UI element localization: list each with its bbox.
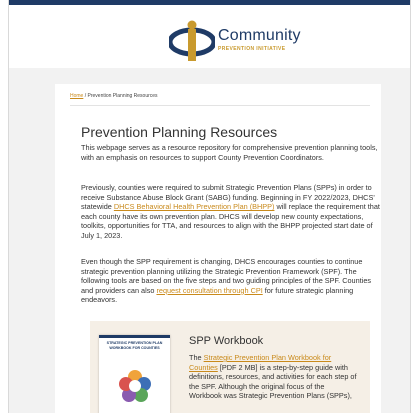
spf-paragraph: Even though the SPP requirement is chang…: [81, 257, 383, 305]
breadcrumb-home-link[interactable]: Home: [70, 93, 83, 99]
request-consultation-link[interactable]: request consultation through CPI: [156, 286, 262, 295]
spp-workbook-panel: STRATEGIC PREVENTION PLAN WORKBOOK FOR C…: [90, 321, 370, 413]
logo-tagline: PREVENTION INITIATIVE: [218, 46, 286, 52]
cover-band: [99, 335, 170, 338]
page-frame: Community PREVENTION INITIATIVE Home / P…: [8, 0, 411, 413]
intro-paragraph: This webpage serves as a resource reposi…: [81, 143, 378, 162]
cover-title: STRATEGIC PREVENTION PLAN WORKBOOK FOR C…: [106, 341, 163, 350]
community-prevention-initiative-logo[interactable]: Community PREVENTION INITIATIVE: [169, 19, 349, 65]
workbook-title: SPP Workbook: [189, 335, 264, 347]
breadcrumb-divider: [70, 105, 370, 106]
breadcrumb: Home / Prevention Planning Resources: [70, 93, 158, 99]
content-card: Home / Prevention Planning Resources Pre…: [55, 84, 381, 413]
page-title: Prevention Planning Resources: [81, 124, 278, 140]
workbook-cover-image[interactable]: STRATEGIC PREVENTION PLAN WORKBOOK FOR C…: [99, 335, 170, 413]
bhpp-link[interactable]: DHCS Behavioral Health Prevention Plan (…: [114, 202, 275, 211]
workbook-desc-before: The: [189, 353, 204, 362]
bhpp-paragraph: Previously, counties were required to su…: [81, 183, 383, 241]
logo-mark-icon: [169, 20, 215, 61]
spf-wheel-icon: [119, 370, 151, 402]
logo-name: Community: [218, 27, 301, 44]
site-header: Community PREVENTION INITIATIVE: [9, 5, 410, 68]
breadcrumb-current: Prevention Planning Resources: [87, 93, 158, 99]
workbook-description: The Strategic Prevention Plan Workbook f…: [189, 353, 359, 401]
